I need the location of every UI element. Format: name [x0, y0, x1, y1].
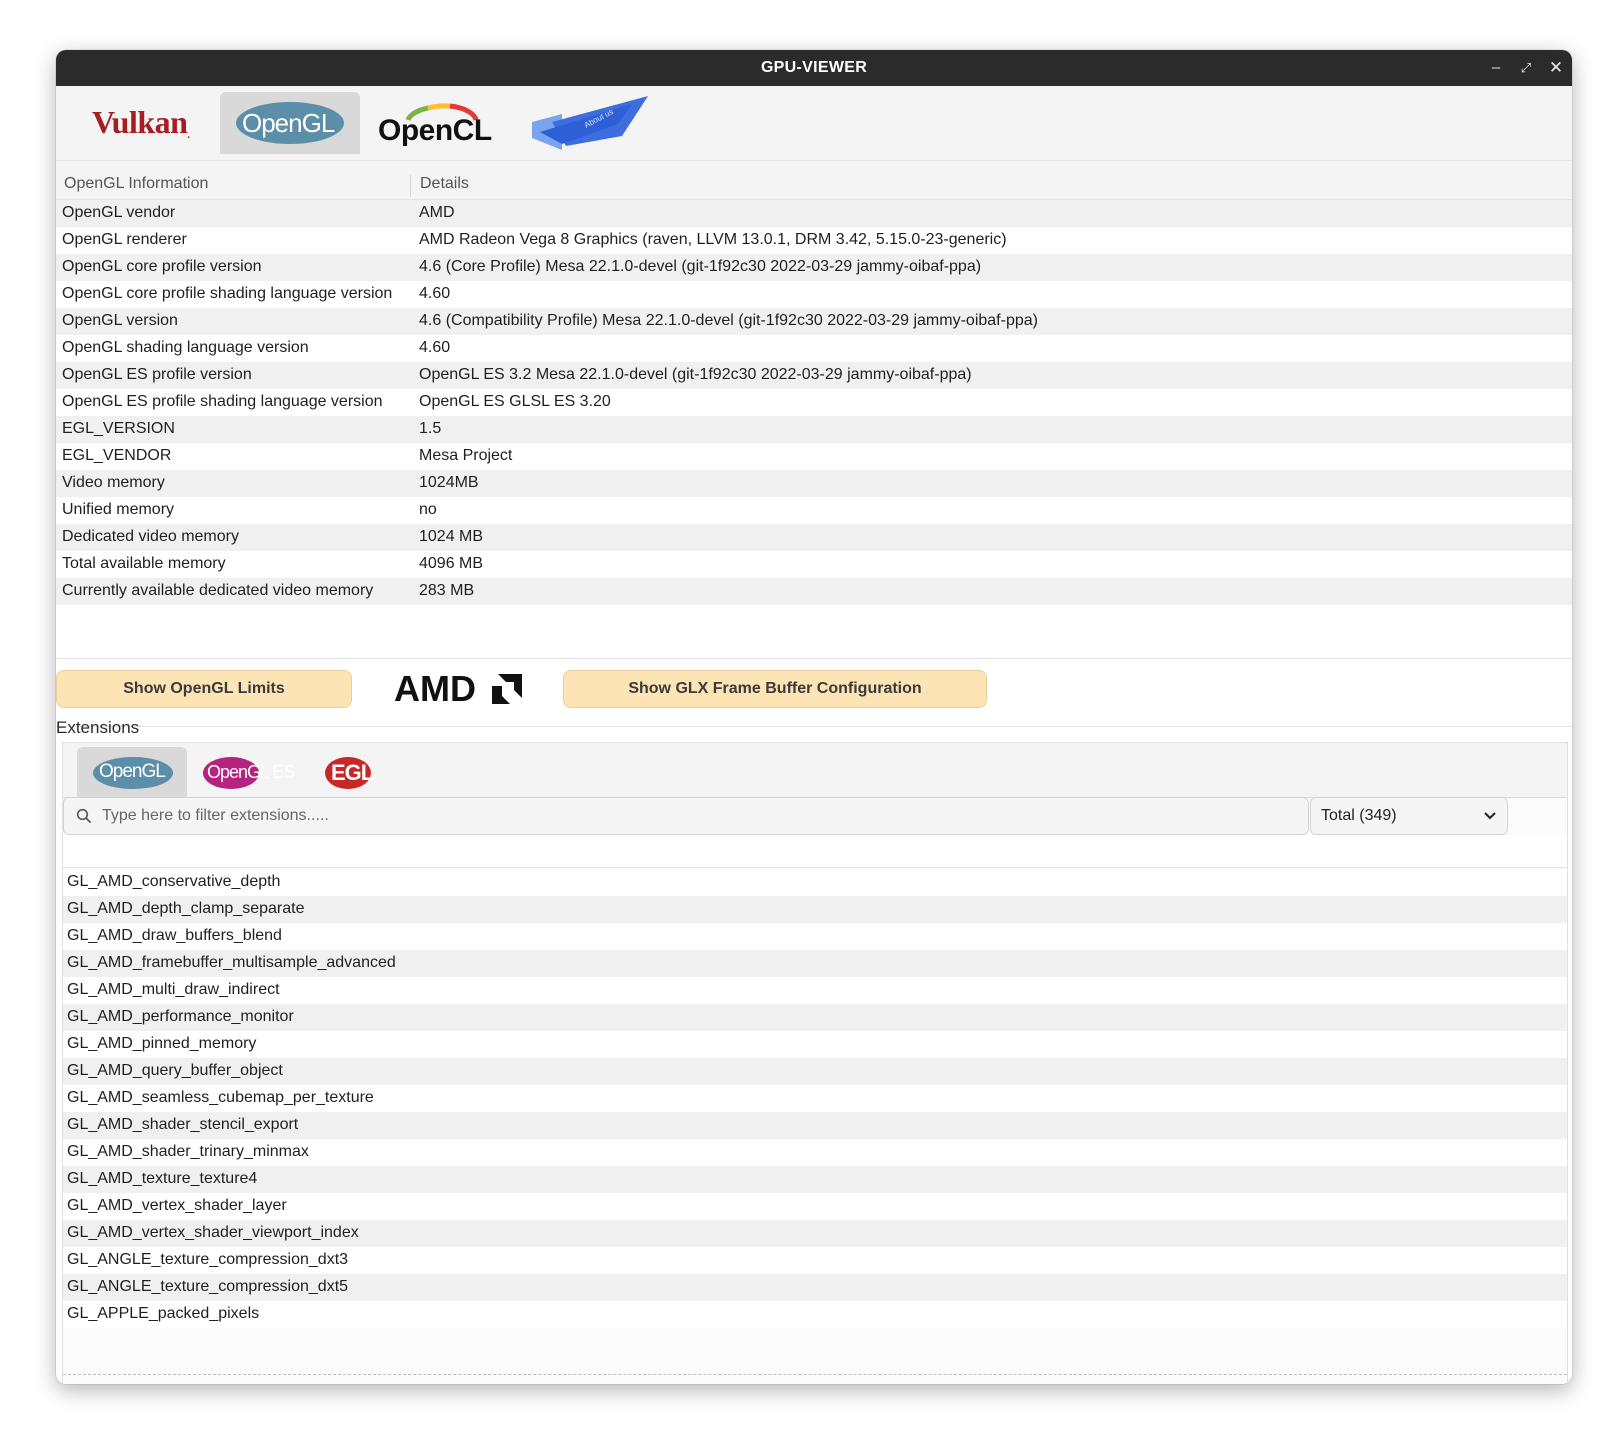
extensions-tab-bar: OpenGL OpenGL ES EGL	[63, 743, 1567, 798]
maximize-button[interactable]: ⤢	[1512, 50, 1540, 86]
list-item[interactable]: GL_ANGLE_texture_compression_dxt5	[63, 1274, 1567, 1301]
total-dropdown-value: Total (349)	[1321, 807, 1397, 824]
table-row[interactable]: Currently available dedicated video memo…	[56, 578, 1572, 605]
list-item[interactable]: GL_AMD_shader_stencil_export	[63, 1112, 1567, 1139]
list-item[interactable]: GL_AMD_performance_monitor	[63, 1004, 1567, 1031]
column-header-information[interactable]: OpenGL Information	[64, 175, 208, 193]
list-item[interactable]: GL_AMD_draw_buffers_blend	[63, 923, 1567, 950]
table-header: OpenGL Information Details	[56, 161, 1572, 200]
table-row[interactable]: Dedicated video memory 1024 MB	[56, 524, 1572, 551]
extensions-list: GL_AMD_conservative_depth GL_AMD_depth_c…	[63, 869, 1567, 1328]
opencl-logo-text: OpenCL	[378, 114, 492, 147]
list-bottom-edge	[63, 1374, 1567, 1375]
search-icon	[76, 808, 91, 823]
table-row[interactable]: OpenGL shading language version 4.60	[56, 335, 1572, 362]
extensions-filter-input[interactable]	[100, 800, 1294, 832]
column-separator	[410, 175, 411, 197]
list-item[interactable]: GL_AMD_depth_clamp_separate	[63, 896, 1567, 923]
table-row[interactable]: Total available memory 4096 MB	[56, 551, 1572, 578]
list-item[interactable]: GL_AMD_texture_texture4	[63, 1166, 1567, 1193]
extensions-panel: OpenGL OpenGL ES EGL Type here to filter…	[62, 742, 1568, 1384]
amd-arrow-icon	[492, 674, 522, 704]
amd-logo-text: AMD	[394, 668, 476, 709]
gpu-viewer-window: GPU-VIEWER – ⤢ ✕ Vulkan. OpenGL OpenCL A…	[56, 50, 1572, 1384]
tab-ext-opengl-es[interactable]: OpenGL ES	[191, 747, 309, 797]
table-row[interactable]: EGL_VENDOR Mesa Project	[56, 443, 1572, 470]
minimize-button[interactable]: –	[1482, 50, 1510, 86]
info-rows: OpenGL vendor AMD OpenGL renderer AMD Rade…	[56, 200, 1572, 605]
list-item[interactable]: GL_AMD_shader_trinary_minmax	[63, 1139, 1567, 1166]
table-row[interactable]: OpenGL core profile shading language ver…	[56, 281, 1572, 308]
opengl-logo-text: OpenGL	[99, 761, 166, 782]
table-row[interactable]: EGL_VERSION 1.5	[56, 416, 1572, 443]
table-row[interactable]: OpenGL core profile version 4.6 (Core Pro…	[56, 254, 1572, 281]
list-item[interactable]: GL_AMD_pinned_memory	[63, 1031, 1567, 1058]
list-item[interactable]: GL_AMD_seamless_cubemap_per_texture	[63, 1085, 1567, 1112]
window-title: GPU-VIEWER	[760, 59, 868, 76]
about-us-icon: About us	[532, 96, 648, 150]
list-item[interactable]: GL_AMD_conservative_depth	[63, 869, 1567, 896]
column-header-details[interactable]: Details	[420, 175, 469, 193]
divider	[56, 658, 1572, 659]
list-item[interactable]: GL_ANGLE_texture_compression_dxt3	[63, 1247, 1567, 1274]
tab-ext-egl[interactable]: EGL	[313, 747, 401, 797]
table-row[interactable]: Video memory 1024MB	[56, 470, 1572, 497]
opengl-logo: OpenGL	[242, 108, 335, 139]
opengl-logo-text: OpenGL	[242, 108, 335, 138]
divider	[56, 726, 1572, 727]
opengl-info-table: OpenGL Information Details OpenGL vendor…	[56, 160, 1572, 605]
chevron-down-icon	[1484, 812, 1496, 820]
egl-logo: EGL	[331, 760, 374, 786]
tab-opencl[interactable]: OpenCL	[364, 92, 508, 154]
list-item[interactable]: GL_AMD_framebuffer_multisample_advanced	[63, 950, 1567, 977]
list-item[interactable]: GL_AMD_query_buffer_object	[63, 1058, 1567, 1085]
list-item[interactable]: GL_AMD_vertex_shader_layer	[63, 1193, 1567, 1220]
vulkan-logo-text: Vulkan	[92, 104, 188, 140]
table-row[interactable]: OpenGL ES profile shading language versi…	[56, 389, 1572, 416]
table-row[interactable]: OpenGL ES profile version OpenGL ES 3.2 M…	[56, 362, 1572, 389]
tab-opengl[interactable]: OpenGL	[220, 92, 360, 154]
title-bar: GPU-VIEWER – ⤢ ✕	[56, 50, 1572, 86]
close-button[interactable]: ✕	[1542, 50, 1570, 86]
table-row[interactable]: OpenGL vendor AMD	[56, 200, 1572, 227]
table-row[interactable]: Unified memory no	[56, 497, 1572, 524]
amd-logo: AMD	[394, 668, 476, 710]
egl-logo-text: EGL	[331, 760, 374, 785]
tab-vulkan[interactable]: Vulkan.	[78, 92, 216, 154]
show-opengl-limits-button[interactable]: Show OpenGL Limits	[56, 670, 352, 708]
list-item[interactable]: GL_AMD_vertex_shader_viewport_index	[63, 1220, 1567, 1247]
list-item[interactable]: GL_AMD_multi_draw_indirect	[63, 977, 1567, 1004]
opengl-logo: OpenGL	[99, 761, 166, 783]
tab-ext-opengl[interactable]: OpenGL	[77, 747, 187, 797]
extensions-label: Extensions	[56, 718, 140, 737]
tab-about-us[interactable]: About us	[512, 92, 656, 154]
opengl-es-logo: OpenGL ES	[207, 762, 295, 783]
extensions-list-header	[63, 835, 1567, 868]
total-dropdown[interactable]: Total (349)	[1310, 797, 1508, 835]
vulkan-logo: Vulkan.	[92, 104, 190, 141]
opengl-es-logo-text: OpenGL ES	[207, 762, 295, 782]
table-row[interactable]: OpenGL renderer AMD Radeon Vega 8 Graphic…	[56, 227, 1572, 254]
opencl-logo: OpenCL	[378, 114, 492, 148]
table-row[interactable]: OpenGL version 4.6 (Compatibility Profile…	[56, 308, 1572, 335]
search-box	[63, 797, 1309, 835]
list-item[interactable]: GL_APPLE_packed_pixels	[63, 1301, 1567, 1328]
show-glx-framebuffer-button[interactable]: Show GLX Frame Buffer Configuration	[563, 670, 987, 708]
